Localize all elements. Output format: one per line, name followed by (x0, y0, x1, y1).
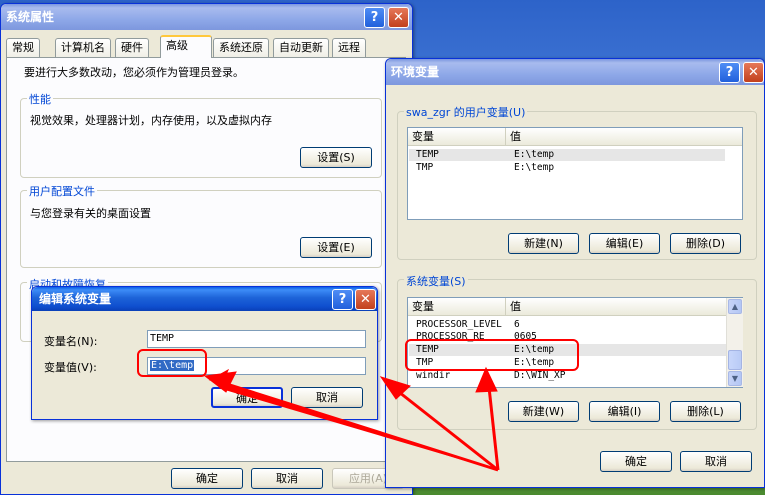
annotation-arrows (203, 366, 500, 472)
tab-advanced[interactable]: 高级 (160, 35, 212, 58)
